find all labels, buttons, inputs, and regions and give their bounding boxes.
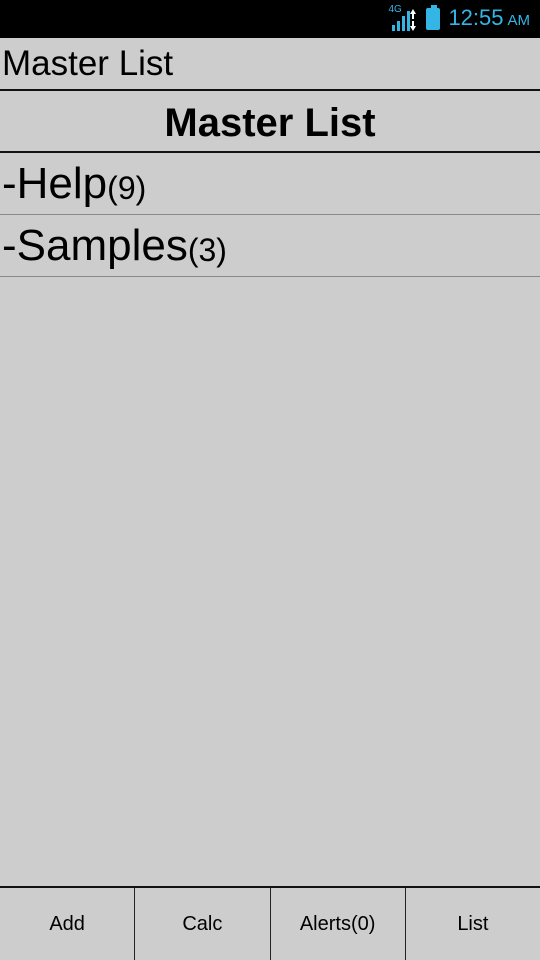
list-item-label: -Samples [2,220,188,270]
status-bar: 4G 12:55 AM [0,0,540,38]
app-title: Master List [2,44,174,83]
alerts-button[interactable]: Alerts(0) [271,888,406,960]
battery-icon [426,5,441,30]
list-item-count: (3) [187,231,227,268]
status-icons: 4G 12:55 AM [388,5,530,33]
master-list: -Help (9) -Samples (3) [0,153,540,277]
list-button[interactable]: List [406,888,540,960]
list-header: Master List [164,101,376,145]
list-item-samples[interactable]: -Samples (3) [0,215,540,277]
bottom-toolbar: Add Calc Alerts(0) List [0,886,540,960]
list-item-label: -Help [2,158,108,208]
network-type-label: 4G [388,4,402,15]
clock-ampm: AM [507,11,531,29]
clock-time: 12:55 [448,4,504,30]
status-clock: 12:55 AM [448,4,531,32]
list-item-help[interactable]: -Help (9) [0,153,540,215]
add-button[interactable]: Add [0,888,136,960]
title-divider [0,89,540,91]
signal-icon: 4G [388,5,418,33]
calc-button[interactable]: Calc [135,888,271,960]
list-item-count: (9) [107,169,147,206]
